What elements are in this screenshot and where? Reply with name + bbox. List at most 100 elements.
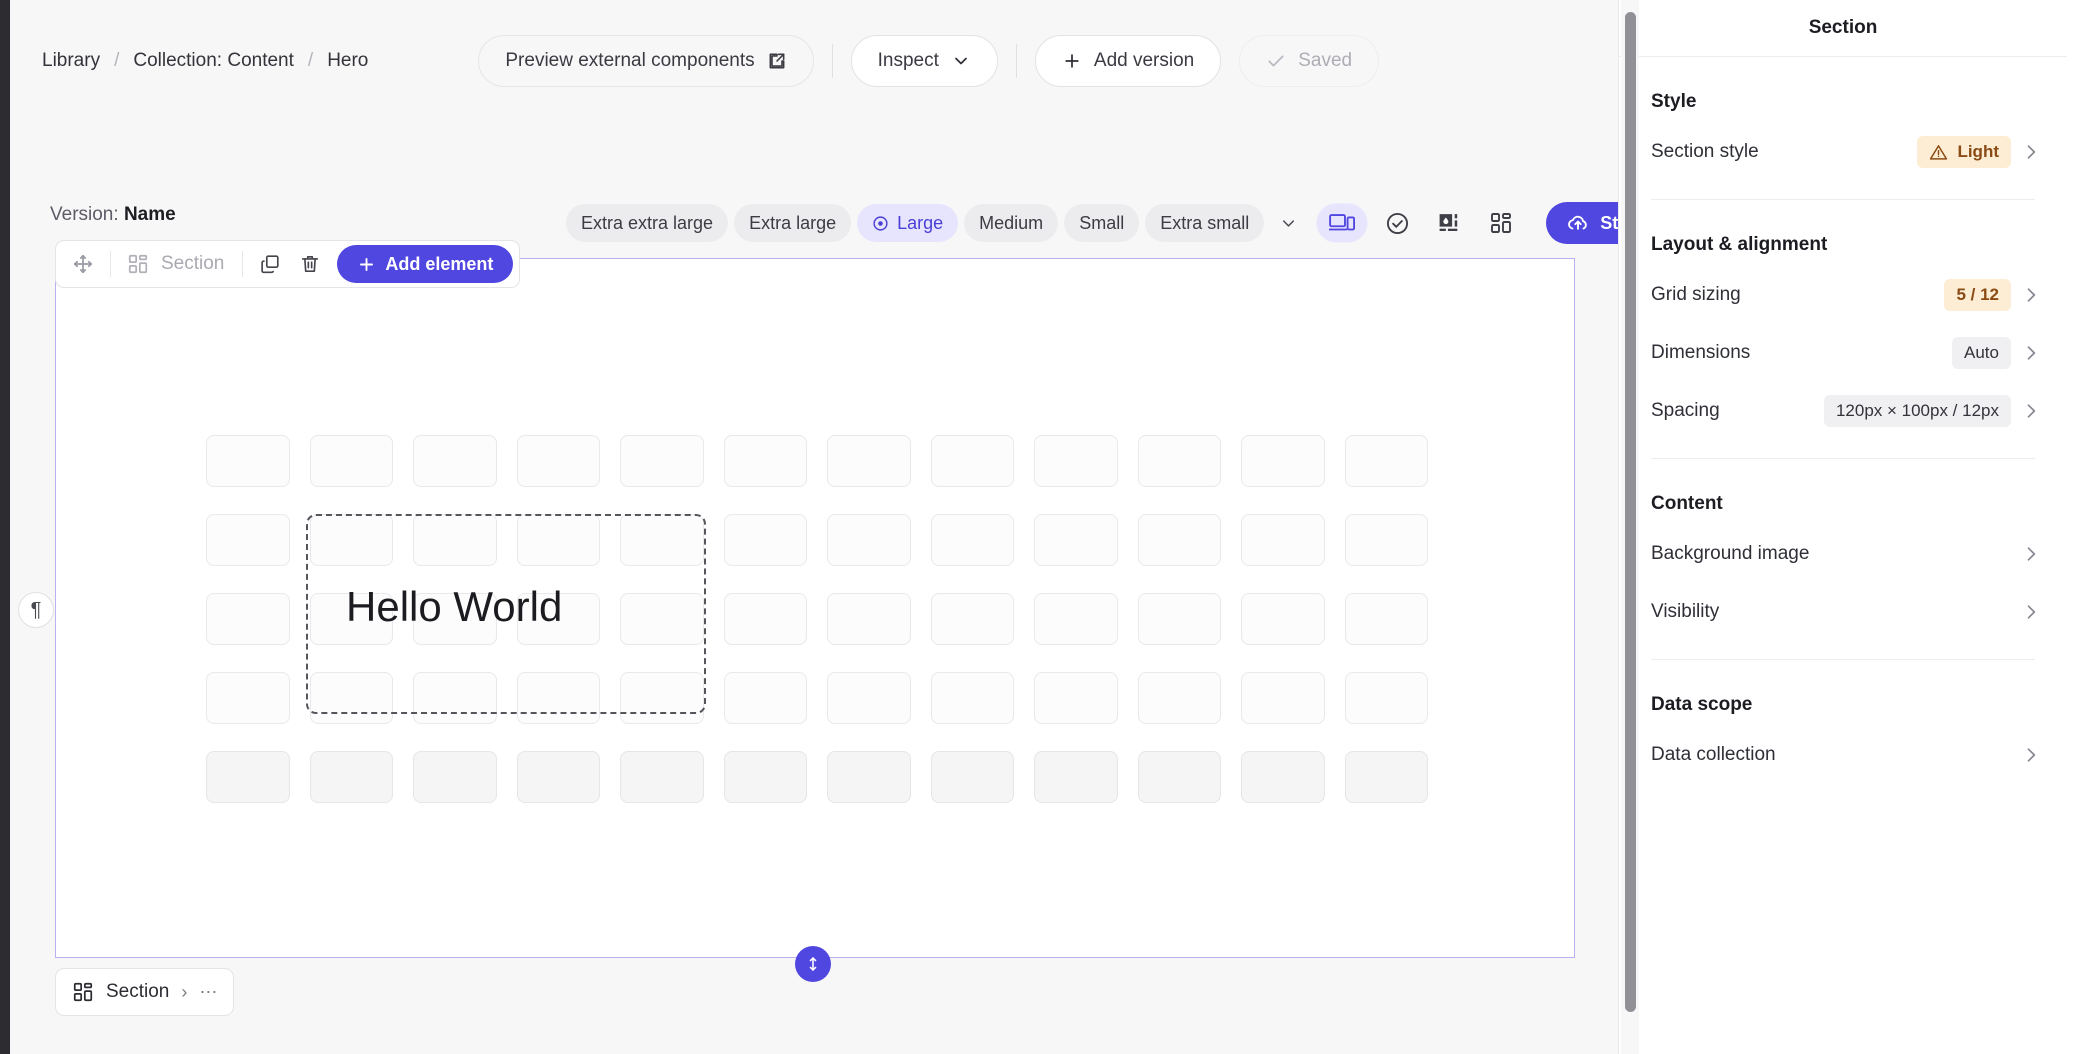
grid-cell[interactable] (1344, 514, 1428, 566)
grid-cell[interactable] (1241, 593, 1325, 645)
paragraph-icon[interactable]: ¶ (18, 592, 54, 628)
grid-cell[interactable] (1034, 751, 1118, 803)
panel-row-data-collection[interactable]: Data collection (1641, 726, 2045, 784)
grid-cell[interactable] (413, 435, 497, 487)
grid-cell[interactable] (1034, 435, 1118, 487)
breakpoint-extra-small[interactable]: Extra small (1145, 204, 1265, 242)
grid-cell[interactable] (413, 672, 497, 724)
check-circle-icon[interactable] (1374, 203, 1420, 243)
section-frame[interactable]: Hello World (55, 258, 1575, 958)
grid-cell[interactable] (620, 751, 704, 803)
grid-cell[interactable] (206, 435, 290, 487)
grid-cell[interactable] (516, 751, 600, 803)
grid-cell[interactable] (206, 514, 290, 566)
add-version-button[interactable]: Add version (1034, 35, 1222, 87)
breadcrumb-item-hero[interactable]: Hero (327, 50, 368, 72)
grid-cell[interactable] (827, 751, 911, 803)
grid-cell[interactable] (413, 514, 497, 566)
bottom-section-chip[interactable]: Section › ⋯ (55, 968, 235, 1016)
duplicate-icon[interactable] (253, 247, 287, 281)
breakpoint-medium[interactable]: Medium (964, 204, 1059, 242)
scrollbar-thumb[interactable] (1625, 12, 1636, 1012)
grid-cell[interactable] (206, 672, 290, 724)
grid-cell[interactable] (206, 593, 290, 645)
add-element-button[interactable]: Add element (337, 245, 514, 283)
grid-cell[interactable] (206, 751, 290, 803)
hello-world-text-element[interactable]: Hello World (346, 583, 562, 631)
grid-cell[interactable] (723, 435, 807, 487)
grid-cell[interactable] (930, 751, 1014, 803)
panel-row-background-image[interactable]: Background image (1641, 525, 2045, 583)
grid-cell[interactable] (309, 435, 393, 487)
contrast-theme-icon[interactable] (1426, 203, 1472, 243)
grid-cell[interactable] (620, 593, 704, 645)
grid-cell[interactable] (930, 672, 1014, 724)
breakpoint-large[interactable]: Large (857, 204, 959, 242)
grid-cell[interactable] (1137, 751, 1221, 803)
grid-cell[interactable] (309, 514, 393, 566)
grid-cell[interactable] (1241, 435, 1325, 487)
breadcrumb-item-library[interactable]: Library (42, 50, 100, 72)
grid-cell[interactable] (620, 435, 704, 487)
breakpoint-small[interactable]: Small (1064, 204, 1140, 242)
move-handle-icon[interactable] (66, 247, 100, 281)
grid-layout-icon[interactable] (1478, 203, 1524, 243)
preview-external-components-button[interactable]: Preview external components (478, 35, 814, 87)
grid-cell[interactable] (1137, 435, 1221, 487)
grid-cell[interactable] (723, 672, 807, 724)
grid-cell[interactable] (620, 672, 704, 724)
grid-cell[interactable] (827, 672, 911, 724)
canvas-area: Hello World (55, 258, 1575, 958)
grid-cell[interactable] (1137, 593, 1221, 645)
breakpoint-extra-large[interactable]: Extra large (734, 204, 852, 242)
trash-icon[interactable] (293, 247, 327, 281)
grid-cell[interactable] (930, 514, 1014, 566)
grid-cell[interactable] (516, 435, 600, 487)
grid-cell[interactable] (1137, 672, 1221, 724)
grid-cell[interactable] (1344, 435, 1428, 487)
inspect-dropdown-button[interactable]: Inspect (850, 35, 998, 87)
panel-row-grid-sizing[interactable]: Grid sizing 5 / 12 (1641, 266, 2045, 324)
breakpoint-extra-extra-large[interactable]: Extra extra large (566, 204, 729, 242)
panel-divider (1651, 458, 2035, 459)
breadcrumb-item-collection[interactable]: Collection: Content (133, 50, 294, 72)
grid-cell[interactable] (1034, 672, 1118, 724)
section-resize-handle[interactable] (795, 946, 831, 982)
version-name: Name (123, 204, 176, 225)
panel-row-section-style[interactable]: Section style Light (1641, 123, 2045, 181)
grid-cell[interactable] (516, 672, 600, 724)
grid-cell[interactable] (930, 593, 1014, 645)
grid-cell[interactable] (827, 435, 911, 487)
panel-row-visibility[interactable]: Visibility (1641, 583, 2045, 641)
panel-row-spacing[interactable]: Spacing 120px × 100px / 12px (1641, 382, 2045, 440)
grid-cell[interactable] (620, 514, 704, 566)
device-preview-icon[interactable] (1316, 203, 1369, 243)
grid-cell[interactable] (1034, 514, 1118, 566)
grid-cell[interactable] (516, 514, 600, 566)
grid-cell[interactable] (1241, 514, 1325, 566)
canvas-scrollbar[interactable] (1621, 0, 1639, 1054)
grid-cell[interactable] (309, 672, 393, 724)
grid-cell[interactable] (827, 593, 911, 645)
grid-cell[interactable] (413, 751, 497, 803)
grid-cell[interactable] (309, 751, 393, 803)
grid-cell[interactable] (827, 514, 911, 566)
grid-cell[interactable] (1241, 751, 1325, 803)
grid-cell[interactable] (1344, 593, 1428, 645)
grid-cell[interactable] (930, 435, 1014, 487)
grid-cell[interactable] (1137, 514, 1221, 566)
panel-group-title: Content (1651, 493, 1723, 514)
grid-cell[interactable] (723, 514, 807, 566)
panel-row-dimensions[interactable]: Dimensions Auto (1641, 324, 2045, 382)
grid-cell[interactable] (723, 751, 807, 803)
grid-cell[interactable] (1344, 672, 1428, 724)
grid-cell[interactable] (1344, 751, 1428, 803)
chevron-right-icon[interactable]: › (181, 982, 187, 1003)
more-horizontal-icon[interactable]: ⋯ (199, 982, 217, 1003)
panel-row-value-text: Auto (1964, 343, 1999, 362)
breakpoint-toolbar: Extra extra large Extra large Large Medi… (562, 192, 1727, 254)
breakpoint-more-chevron-down-icon[interactable] (1270, 204, 1306, 242)
grid-cell[interactable] (1241, 672, 1325, 724)
grid-cell[interactable] (723, 593, 807, 645)
grid-cell[interactable] (1034, 593, 1118, 645)
